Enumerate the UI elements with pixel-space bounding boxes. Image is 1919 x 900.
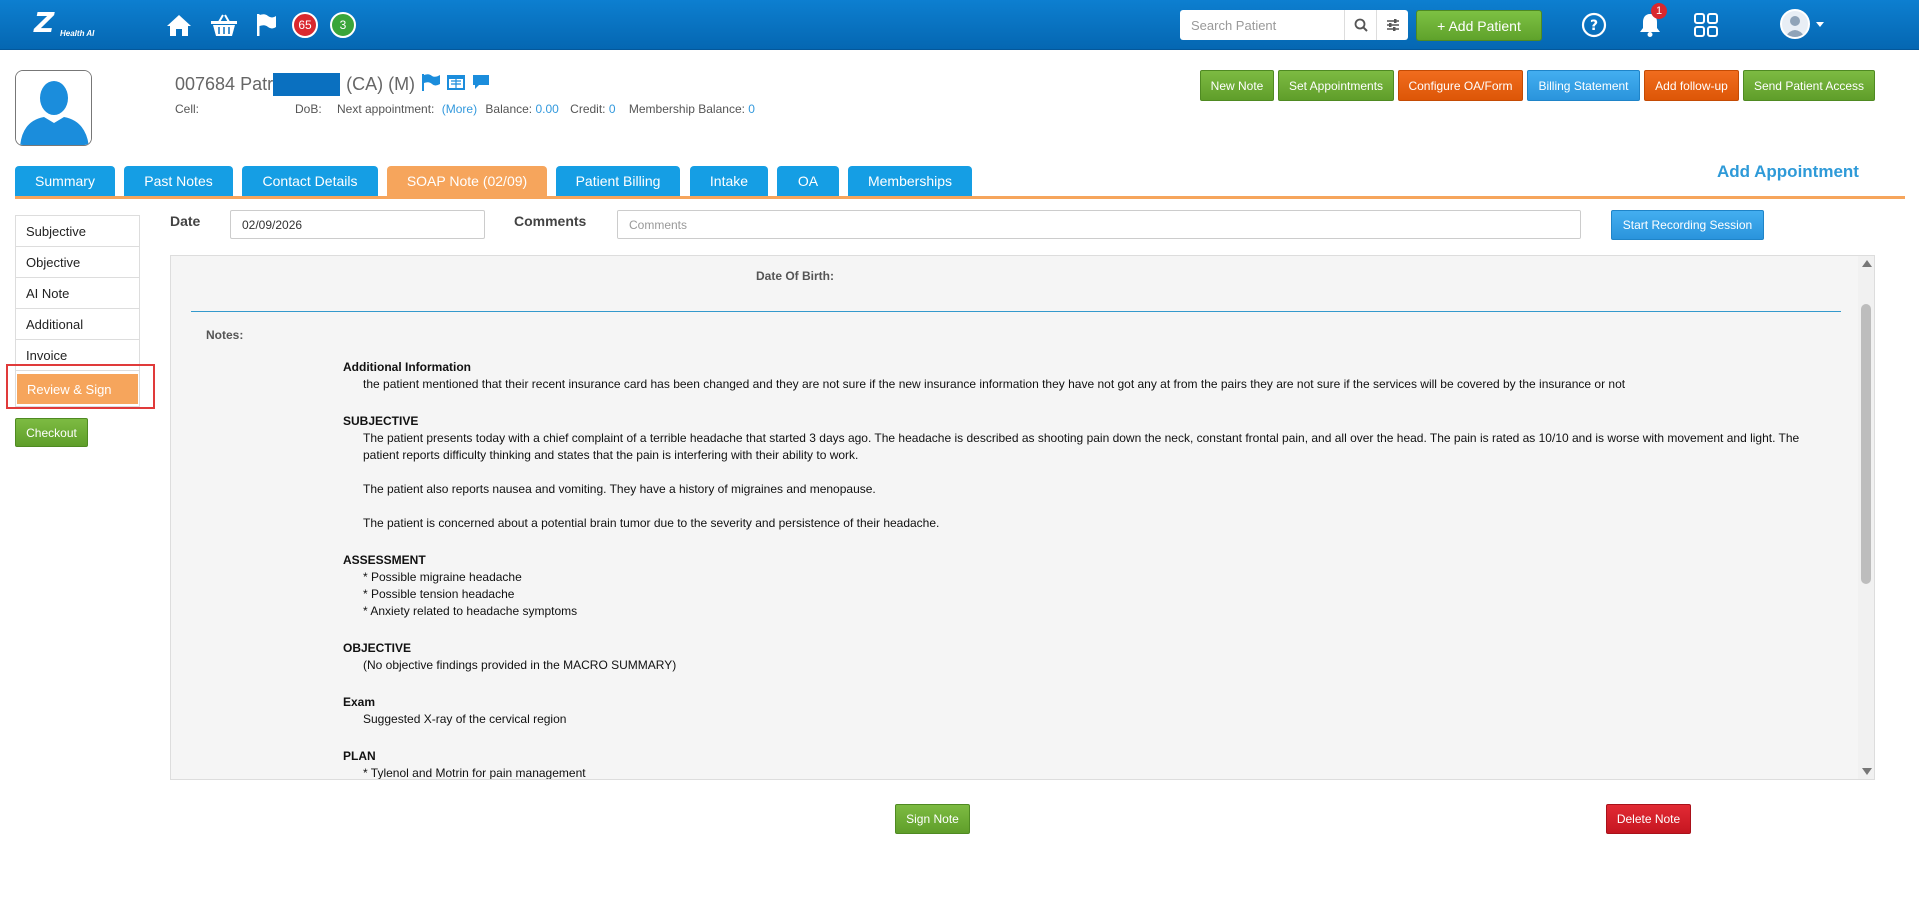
comments-label: Comments [514, 213, 587, 229]
tab-past-notes[interactable]: Past Notes [124, 166, 233, 196]
app-logo[interactable]: Z Health AI [30, 9, 96, 41]
section-heading: OBJECTIVE [343, 641, 412, 655]
note-body: Additional Information the patient menti… [343, 359, 1823, 780]
home-icon[interactable] [165, 11, 193, 39]
panel-divider [191, 311, 1841, 312]
chat-icon[interactable] [471, 73, 491, 96]
balance-value: 0.00 [535, 102, 559, 116]
section-heading: Additional Information [343, 360, 471, 374]
delete-note-button[interactable]: Delete Note [1606, 804, 1691, 834]
tab-contact-details[interactable]: Contact Details [242, 166, 378, 196]
date-label: Date [170, 213, 201, 229]
set-appointments-button[interactable]: Set Appointments [1278, 70, 1394, 101]
flag-icon[interactable] [421, 73, 441, 96]
membership-balance-label: Membership Balance: [628, 102, 745, 116]
tab-oa[interactable]: OA [777, 166, 839, 196]
patient-name: 007684 Patr (CA) (M) [175, 73, 491, 96]
add-appointment-link[interactable]: Add Appointment [1717, 162, 1859, 182]
svg-text:?: ? [1590, 18, 1598, 34]
dob-label: DoB: [295, 102, 322, 116]
add-patient-button[interactable]: + Add Patient [1416, 10, 1542, 41]
section-heading: SUBJECTIVE [343, 414, 419, 428]
list-item: * Tylenol and Motrin for pain management [363, 766, 586, 780]
membership-balance-value: 0 [748, 102, 755, 116]
start-recording-session-button[interactable]: Start Recording Session [1611, 210, 1764, 240]
section-text: Suggested X-ray of the cervical region [363, 712, 567, 726]
sliders-icon[interactable] [1376, 10, 1408, 40]
help-icon[interactable]: ? [1580, 11, 1608, 39]
section-heading: Exam [343, 695, 376, 709]
basket-icon[interactable] [210, 11, 238, 39]
date-of-birth-label: Date Of Birth: [756, 269, 834, 283]
notes-label: Notes: [206, 328, 244, 342]
list-item: * Possible migraine headache [363, 570, 522, 584]
user-avatar-icon[interactable] [1780, 9, 1810, 39]
tab-intake[interactable]: Intake [690, 166, 768, 196]
credit-label: Credit: [570, 102, 606, 116]
new-note-button[interactable]: New Note [1200, 70, 1274, 101]
menu-item-ai-note[interactable]: AI Note [16, 278, 139, 309]
list-item: * Possible tension headache [363, 587, 515, 601]
tab-patient-billing[interactable]: Patient Billing [556, 166, 680, 196]
tab-soap-note[interactable]: SOAP Note (02/09) [387, 166, 547, 196]
redacted-name-block [273, 73, 341, 96]
highlight-outline [6, 364, 155, 409]
scroll-down-arrow-icon[interactable] [1862, 768, 1872, 775]
search-patient-input[interactable] [1180, 10, 1340, 40]
section-heading: PLAN [343, 749, 376, 763]
add-follow-up-button[interactable]: Add follow-up [1644, 70, 1739, 101]
section-text: (No objective findings provided in the M… [363, 658, 677, 672]
checkout-button[interactable]: Checkout [15, 418, 88, 447]
cell-label: Cell: [175, 102, 200, 116]
section-heading: ASSESSMENT [343, 553, 426, 567]
section-text: the patient mentioned that their recent … [363, 377, 1626, 391]
chevron-down-icon[interactable] [1816, 22, 1824, 27]
notification-count-badge: 1 [1651, 3, 1667, 19]
logo-mark: Z [34, 6, 55, 39]
sign-note-button[interactable]: Sign Note [895, 804, 970, 834]
menu-item-additional[interactable]: Additional [16, 309, 139, 340]
green-count-badge[interactable]: 3 [330, 12, 356, 38]
scroll-thumb[interactable] [1861, 304, 1871, 584]
vertical-scrollbar[interactable] [1858, 256, 1874, 779]
send-patient-access-button[interactable]: Send Patient Access [1743, 70, 1875, 101]
comments-field[interactable] [617, 210, 1581, 239]
list-item: * Anxiety related to headache symptoms [363, 604, 578, 618]
patient-name-suffix: (CA) (M) [346, 74, 416, 94]
tab-memberships[interactable]: Memberships [848, 166, 972, 196]
section-text: The patient presents today with a chief … [363, 431, 1800, 462]
section-text: The patient also reports nausea and vomi… [363, 482, 876, 496]
more-link[interactable]: (More) [442, 102, 477, 116]
next-appointment-info: Next appointment: (More) Balance: 0.00 C… [337, 102, 755, 116]
patient-photo[interactable] [15, 70, 92, 146]
patient-search [1180, 10, 1408, 40]
search-icon[interactable] [1344, 10, 1376, 40]
credit-value: 0 [608, 102, 616, 116]
logo-subtitle: Health AI [60, 29, 95, 38]
scroll-up-arrow-icon[interactable] [1862, 260, 1872, 267]
configure-oa-form-button[interactable]: Configure OA/Form [1398, 70, 1523, 101]
balance-label: Balance: [485, 102, 533, 116]
top-navigation-bar: Z Health AI 65 3 + Add Patient ? 1 [0, 0, 1919, 50]
flag-icon[interactable] [252, 11, 280, 39]
date-field[interactable] [230, 210, 485, 239]
calendar-icon[interactable] [446, 73, 466, 96]
apps-grid-icon[interactable] [1692, 11, 1720, 39]
section-text: The patient is concerned about a potenti… [363, 516, 940, 530]
tab-underline [15, 196, 1905, 199]
menu-item-subjective[interactable]: Subjective [16, 216, 139, 247]
note-review-panel[interactable]: Date Of Birth: Notes: Additional Informa… [170, 255, 1875, 780]
billing-statement-button[interactable]: Billing Statement [1527, 70, 1640, 101]
tab-summary[interactable]: Summary [15, 166, 115, 196]
next-appointment-label: Next appointment: [337, 102, 435, 116]
menu-item-objective[interactable]: Objective [16, 247, 139, 278]
red-count-badge[interactable]: 65 [292, 12, 318, 38]
patient-name-prefix: 007684 Patr [175, 74, 274, 94]
